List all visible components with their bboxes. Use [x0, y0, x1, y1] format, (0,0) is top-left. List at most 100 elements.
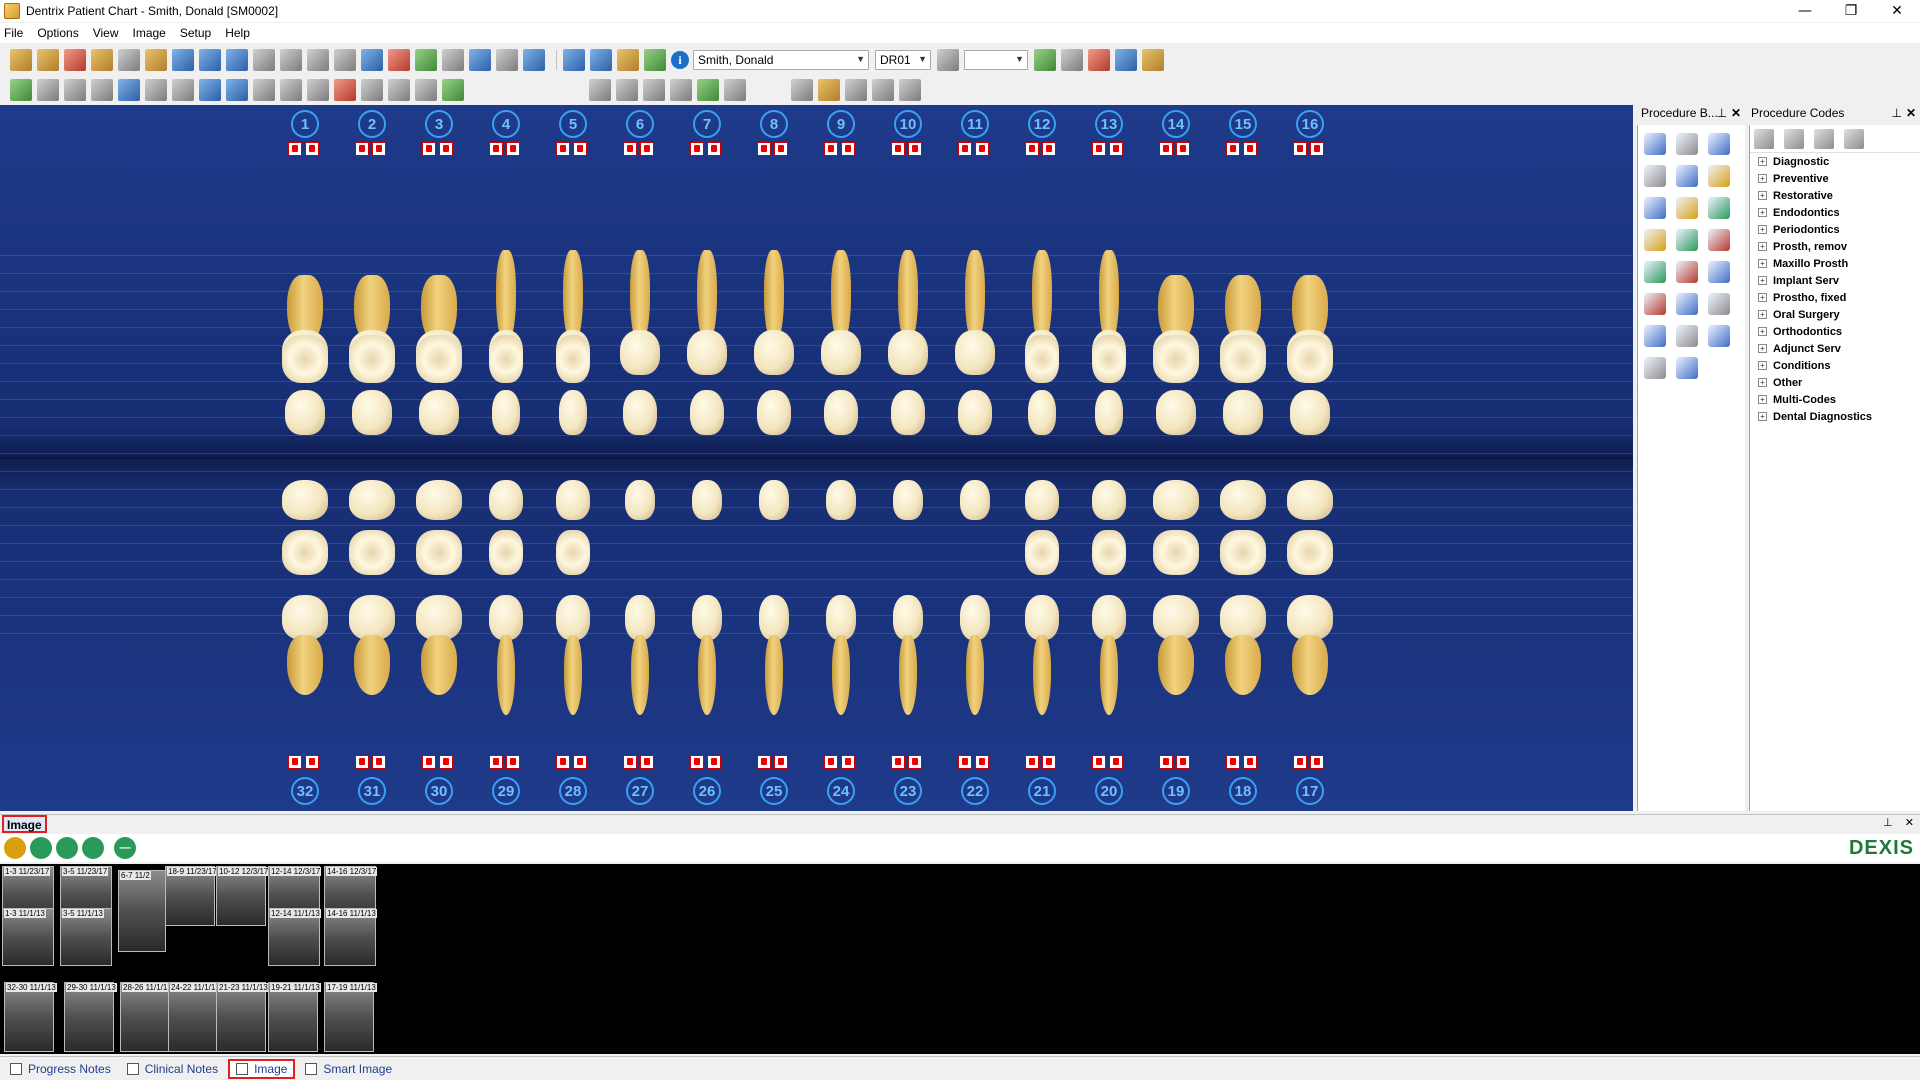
check-icon[interactable]: [1115, 49, 1137, 71]
tooth-outline-icon[interactable]: [307, 49, 329, 71]
s-icon[interactable]: [724, 79, 746, 101]
tooth-flags-icon[interactable]: [1293, 142, 1327, 156]
menu-image[interactable]: Image: [133, 26, 166, 40]
expand-icon[interactable]: +: [1758, 361, 1767, 370]
tooth-facial[interactable]: [1153, 480, 1199, 520]
procedure-button-icon[interactable]: [1644, 197, 1666, 219]
image-icon[interactable]: [226, 79, 248, 101]
eraser-icon[interactable]: [1844, 128, 1864, 149]
tooth-number-2[interactable]: 2: [358, 110, 386, 138]
tooth-occlusal[interactable]: [1153, 530, 1199, 575]
transfer-icon[interactable]: [64, 79, 86, 101]
procedure-code-category[interactable]: + Periodontics: [1750, 221, 1920, 238]
procedure-button-icon[interactable]: [1708, 325, 1730, 347]
expand-icon[interactable]: +: [1758, 259, 1767, 268]
tooth-number-19[interactable]: 19: [1162, 777, 1190, 805]
cross-icon[interactable]: [697, 79, 719, 101]
card-icon[interactable]: [496, 49, 518, 71]
tooth-occlusal[interactable]: [1025, 530, 1059, 575]
tooth-facial[interactable]: [489, 480, 523, 520]
procedure-code-category[interactable]: + Restorative: [1750, 187, 1920, 204]
expand-icon[interactable]: +: [1758, 191, 1767, 200]
menu-file[interactable]: File: [4, 26, 23, 40]
tooth-facial[interactable]: [1223, 390, 1263, 435]
procedure-button-icon[interactable]: [1708, 165, 1730, 187]
tooth-root[interactable]: [421, 635, 457, 695]
tooth-crown[interactable]: [1025, 595, 1059, 640]
tab-progress-notes[interactable]: Progress Notes: [4, 1059, 117, 1079]
settings-icon[interactable]: [388, 79, 410, 101]
tooth-number-4[interactable]: 4: [492, 110, 520, 138]
expand-icon[interactable]: +: [1758, 208, 1767, 217]
tooth-crown[interactable]: [759, 595, 789, 640]
screen-icon[interactable]: [253, 49, 275, 71]
tooth-flags-icon[interactable]: [958, 142, 992, 156]
tooth-root[interactable]: [1100, 635, 1118, 715]
tooth-crown[interactable]: [888, 330, 928, 375]
tooth-facial[interactable]: [1025, 480, 1059, 520]
dexis-edit-icon[interactable]: [56, 837, 78, 859]
tab-clinical-notes[interactable]: Clinical Notes: [121, 1059, 224, 1079]
xray-thumbnail[interactable]: 28-26 11/1/13: [120, 982, 173, 1052]
procedure-button-icon[interactable]: [1676, 229, 1698, 251]
blank-combo[interactable]: ▼: [964, 50, 1028, 70]
tooth-flags-icon[interactable]: [288, 755, 322, 769]
table-icon[interactable]: [872, 79, 894, 101]
clipboard-icon[interactable]: [1142, 49, 1164, 71]
tooth-facial[interactable]: [826, 480, 856, 520]
procedure-button-icon[interactable]: [1708, 293, 1730, 315]
tooth-facial[interactable]: [623, 390, 657, 435]
chart-icon[interactable]: [64, 49, 86, 71]
expand-icon[interactable]: +: [1758, 174, 1767, 183]
expand-icon[interactable]: +: [1758, 276, 1767, 285]
procedure-code-category[interactable]: + Preventive: [1750, 170, 1920, 187]
procedure-code-category[interactable]: + Multi-Codes: [1750, 391, 1920, 408]
procedure-code-category[interactable]: + Endodontics: [1750, 204, 1920, 221]
tooth-facial[interactable]: [893, 480, 923, 520]
procedure-code-category[interactable]: + Conditions: [1750, 357, 1920, 374]
tooth-facial[interactable]: [891, 390, 925, 435]
minimize-button[interactable]: —: [1782, 0, 1828, 22]
tooth-flags-icon[interactable]: [1159, 142, 1193, 156]
tooth-number-13[interactable]: 13: [1095, 110, 1123, 138]
tooth-occlusal[interactable]: [1287, 335, 1333, 383]
monitor-icon[interactable]: [226, 49, 248, 71]
tooth-flags-icon[interactable]: [489, 755, 523, 769]
tooth-facial[interactable]: [556, 480, 590, 520]
tooth-facial[interactable]: [416, 480, 462, 520]
layers-icon[interactable]: [589, 79, 611, 101]
ddx-icon[interactable]: [469, 49, 491, 71]
procedure-code-category[interactable]: + Implant Serv: [1750, 272, 1920, 289]
prescription-icon[interactable]: [334, 49, 356, 71]
procedure-code-category[interactable]: + Dental Diagnostics: [1750, 408, 1920, 425]
select-icon[interactable]: [172, 49, 194, 71]
list-icon[interactable]: [1754, 128, 1774, 149]
tooth-occlusal[interactable]: [349, 530, 395, 575]
tooth-root[interactable]: [832, 635, 850, 715]
dexis-open-icon[interactable]: [4, 837, 26, 859]
menu-help[interactable]: Help: [225, 26, 250, 40]
tooth-number-8[interactable]: 8: [760, 110, 788, 138]
tooth-number-29[interactable]: 29: [492, 777, 520, 805]
details-icon[interactable]: [1784, 128, 1804, 149]
menu-options[interactable]: Options: [37, 26, 78, 40]
tooth-number-5[interactable]: 5: [559, 110, 587, 138]
tooth-flags-icon[interactable]: [1226, 755, 1260, 769]
office-manager-icon[interactable]: [118, 49, 140, 71]
tooth-root[interactable]: [966, 635, 984, 715]
tooth-flags-icon[interactable]: [1226, 142, 1260, 156]
procedure-button-icon[interactable]: [1708, 133, 1730, 155]
grid-icon[interactable]: [280, 49, 302, 71]
mail-icon[interactable]: [523, 49, 545, 71]
tooth-flags-icon[interactable]: [1025, 142, 1059, 156]
tooth-facial[interactable]: [559, 390, 587, 435]
tooth-crown[interactable]: [625, 595, 655, 640]
tooth-occlusal[interactable]: [489, 530, 523, 575]
close-icon[interactable]: ✕: [1906, 106, 1916, 120]
perio-icon[interactable]: [91, 49, 113, 71]
tooth-number-9[interactable]: 9: [827, 110, 855, 138]
tooth-flags-icon[interactable]: [757, 755, 791, 769]
stack-icon[interactable]: [845, 79, 867, 101]
grid-view-icon[interactable]: [616, 79, 638, 101]
list-view-icon[interactable]: [280, 79, 302, 101]
